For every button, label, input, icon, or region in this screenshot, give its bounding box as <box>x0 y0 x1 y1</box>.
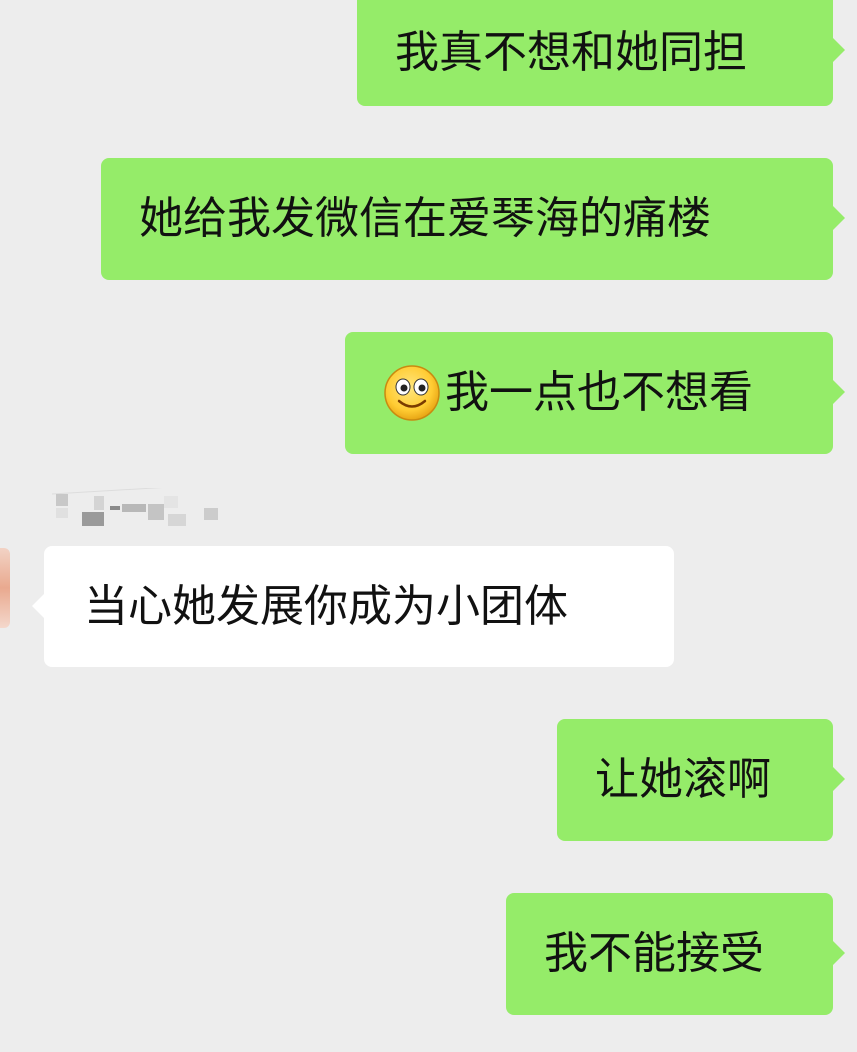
message-bubble-outgoing[interactable]: 让她滚啊 <box>557 719 845 841</box>
sender-name-redacted <box>52 488 218 526</box>
message-text: 我真不想和她同担 <box>395 27 747 78</box>
bubble-tail <box>833 206 845 230</box>
message-text: 当心她发展你成为小团体 <box>84 580 568 632</box>
message-text: 我不能接受 <box>544 928 764 979</box>
message-text: 她给我发微信在爱琴海的痛楼 <box>139 193 711 244</box>
message-bubble-outgoing[interactable]: 她给我发微信在爱琴海的痛楼 <box>101 158 845 280</box>
message-bubble-outgoing[interactable]: 我不能接受 <box>506 893 845 1015</box>
bubble-tail <box>833 767 845 791</box>
message-text: 让她滚啊 <box>595 754 771 805</box>
smile-emoji-icon <box>384 365 440 421</box>
bubble-tail <box>32 594 44 618</box>
bubble-tail <box>833 941 845 965</box>
message-bubble-incoming[interactable]: 当心她发展你成为小团体 <box>32 546 674 667</box>
bubble-tail <box>833 38 845 62</box>
avatar[interactable] <box>0 548 10 628</box>
message-bubble-outgoing[interactable]: 我真不想和她同担 <box>357 0 845 106</box>
bubble-tail <box>833 380 845 404</box>
message-text: 我一点也不想看 <box>445 367 753 418</box>
message-bubble-outgoing[interactable]: 我一点也不想看 <box>345 332 845 454</box>
